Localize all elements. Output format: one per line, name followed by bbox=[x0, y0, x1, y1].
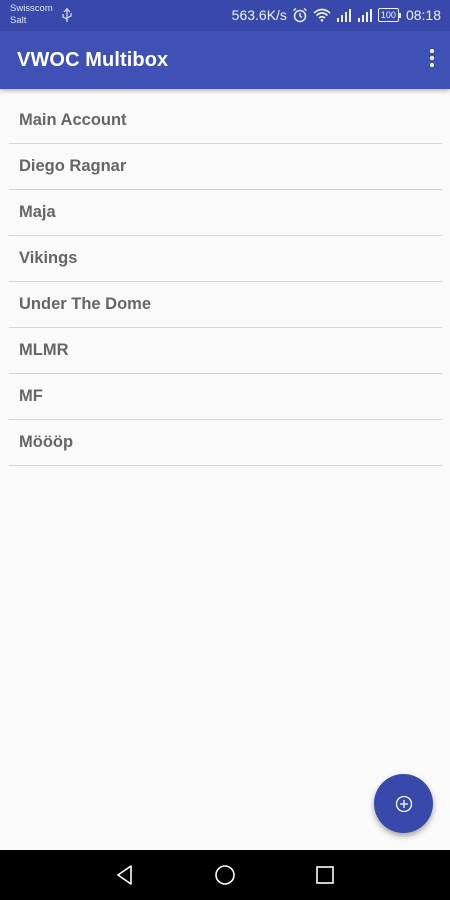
list-item[interactable]: Main Account bbox=[9, 98, 442, 144]
list-item[interactable]: Vikings bbox=[9, 236, 442, 282]
status-indicators: 563.6K/s 100 08:18 bbox=[232, 6, 441, 24]
list-item[interactable]: Under The Dome bbox=[9, 282, 442, 328]
battery-icon: 100 bbox=[377, 8, 401, 22]
list-item-label: Vikings bbox=[19, 249, 78, 267]
alarm-icon bbox=[292, 7, 307, 23]
list-item-label: MLMR bbox=[19, 341, 69, 359]
add-account-button[interactable] bbox=[374, 774, 433, 833]
list-item-label: MF bbox=[19, 387, 43, 405]
usb-icon bbox=[62, 8, 72, 22]
list-item-label: Möööp bbox=[19, 433, 74, 451]
network-speed: 563.6K/s bbox=[231, 7, 287, 23]
system-nav-bar bbox=[0, 850, 450, 900]
signal-icon-2 bbox=[357, 9, 372, 22]
account-list: Main Account Diego Ragnar Maja Vikings U… bbox=[9, 98, 442, 466]
back-icon[interactable] bbox=[114, 864, 136, 886]
list-item[interactable]: MLMR bbox=[9, 328, 442, 374]
battery-level: 100 bbox=[377, 8, 399, 22]
carrier-name-1: Swisscom bbox=[10, 3, 53, 14]
list-item[interactable]: MF bbox=[9, 374, 442, 420]
recents-icon[interactable] bbox=[314, 864, 336, 886]
list-item-label: Main Account bbox=[19, 111, 127, 129]
signal-icon-1 bbox=[336, 9, 351, 22]
app-bar: VWOC Multibox bbox=[0, 31, 450, 89]
carrier-info: Swisscom Salt bbox=[10, 3, 53, 27]
add-circle-icon bbox=[395, 795, 412, 812]
wifi-icon bbox=[313, 8, 331, 22]
list-item[interactable]: Maja bbox=[9, 190, 442, 236]
app-title: VWOC Multibox bbox=[17, 49, 169, 71]
more-vert-icon[interactable] bbox=[428, 49, 436, 71]
list-item-label: Under The Dome bbox=[19, 295, 152, 313]
home-icon[interactable] bbox=[214, 864, 236, 886]
status-bar: Swisscom Salt 563.6K/s 100 08:18 bbox=[0, 0, 450, 31]
carrier-name-2: Salt bbox=[10, 15, 27, 26]
list-item-label: Diego Ragnar bbox=[19, 157, 127, 175]
list-item[interactable]: Diego Ragnar bbox=[9, 144, 442, 190]
list-item[interactable]: Möööp bbox=[9, 420, 442, 466]
clock: 08:18 bbox=[405, 7, 441, 23]
list-item-label: Maja bbox=[19, 203, 56, 221]
